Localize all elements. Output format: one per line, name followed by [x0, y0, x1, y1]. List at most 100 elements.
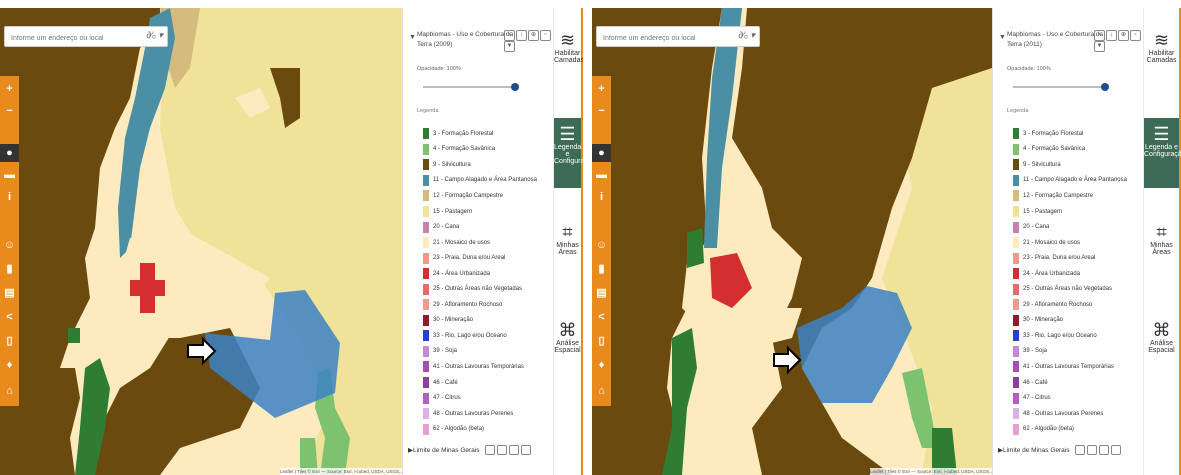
legend-swatch	[1013, 408, 1019, 420]
info-icon[interactable]: i	[592, 188, 611, 206]
legend-item-label: 12 - Formação Campestre	[1023, 192, 1094, 199]
doc-icon[interactable]: ▯	[592, 332, 611, 350]
collapse-icon[interactable]: ▼	[999, 34, 1006, 41]
sidebar-item-layers[interactable]: ≋ Habilitar Camadas	[554, 30, 583, 90]
share-icon[interactable]: <	[592, 308, 611, 326]
sidebar-item-areas[interactable]: ⌗ Minhas Áreas	[554, 222, 581, 282]
search-type-select[interactable]: ∂⁄ₒ ▾	[146, 30, 163, 41]
search-type-select[interactable]: ∂⁄ₒ ▾	[738, 30, 755, 41]
legend-item: 24 - Área Urbanizada	[423, 266, 537, 282]
filter-icon[interactable]: ▼	[504, 41, 515, 52]
opacity-slider[interactable]	[423, 83, 519, 91]
chart-icon[interactable]: ▮	[0, 260, 19, 278]
doc-icon[interactable]: ▯	[0, 332, 19, 350]
home-icon[interactable]: ⌂	[592, 382, 611, 400]
collapse-icon[interactable]: ▼	[409, 34, 416, 41]
zoom-out-button[interactable]: −	[592, 102, 611, 120]
lock-icon[interactable]	[509, 445, 520, 455]
download-icon[interactable]: ↓	[1106, 30, 1117, 41]
share-icon[interactable]: <	[0, 308, 19, 326]
lock-icon[interactable]	[1099, 445, 1110, 455]
lock-icon[interactable]: ▫	[1130, 30, 1141, 41]
close-icon[interactable]: ×	[1094, 30, 1105, 41]
legend-swatch	[1013, 252, 1019, 264]
map-canvas[interactable]: ∂⁄ₒ ▾ + − ● ▬ i ☺ ▮ ▤ < ▯ ♦ ⌂ Leaflet | …	[592, 8, 992, 475]
download-icon[interactable]: ↓	[516, 30, 527, 41]
globe-icon[interactable]: ●	[592, 144, 611, 162]
opacity-slider[interactable]	[1013, 83, 1109, 91]
pin-icon[interactable]: ♦	[0, 356, 19, 374]
legend-item: 9 - Silvicultura	[1013, 157, 1127, 173]
legend-list: 3 - Formação Florestal 4 - Formação Savân…	[1013, 126, 1127, 437]
sidebar-item-legend[interactable]: ☰ Legenda e Configuração	[1144, 118, 1181, 188]
legend-item: 46 - Café	[423, 375, 537, 391]
pin-icon[interactable]: ♦	[592, 356, 611, 374]
legend-item: 47 - Citrus	[423, 390, 537, 406]
opacity-label: Opacidade: 100%	[1007, 66, 1051, 72]
layers-icon[interactable]: ▬	[592, 166, 611, 184]
search-input[interactable]	[597, 29, 723, 48]
legend-swatch	[423, 330, 429, 342]
sidebar-item-areas[interactable]: ⌗ Minhas Áreas	[1144, 222, 1179, 282]
zoom-icon[interactable]	[497, 445, 508, 455]
legend-item-label: 3 - Formação Florestal	[433, 130, 494, 137]
filter-icon[interactable]: ▼	[1094, 41, 1105, 52]
chart-icon[interactable]: ▮	[592, 260, 611, 278]
list-icon: ☰	[559, 124, 576, 144]
legend-swatch	[423, 423, 429, 435]
legend-swatch	[1013, 361, 1019, 373]
settings-icon[interactable]: ☺	[0, 236, 19, 254]
zoom-in-button[interactable]: +	[0, 80, 19, 98]
filter-icon[interactable]	[1111, 445, 1122, 455]
legend-item: 20 - Cana	[1013, 219, 1127, 235]
print-icon[interactable]: ▤	[0, 284, 19, 302]
opacity-label: Opacidade: 100%	[417, 66, 461, 72]
info-icon[interactable]: i	[0, 188, 19, 206]
legend-item: 15 - Pastagem	[1013, 204, 1127, 220]
legend-swatch	[423, 206, 429, 217]
legend-item-label: 23 - Praia, Duna e/ou Areal	[1023, 255, 1096, 262]
legend-item: 23 - Praia, Duna e/ou Areal	[423, 250, 537, 266]
layer-tools: × ↓ ⊕ ▫ ▼	[1093, 30, 1144, 52]
map-toolbar: + − ● ▬ i ☺ ▮ ▤ < ▯ ♦ ⌂	[0, 76, 19, 406]
sidebar-label: Habilitar Camadas	[554, 50, 583, 64]
zoom-out-button[interactable]: −	[0, 102, 19, 120]
sidebar-item-analysis[interactable]: ⌘ Análise Espacial	[1144, 320, 1179, 380]
legend-swatch	[1013, 143, 1019, 155]
layers-icon[interactable]: ▬	[0, 166, 19, 184]
zoom-icon[interactable]: ⊕	[528, 30, 539, 41]
legend-item-label: 30 - Mineração	[433, 317, 474, 324]
lock-icon[interactable]: ▫	[540, 30, 551, 41]
home-icon[interactable]: ⌂	[0, 382, 19, 400]
opacity-slider-knob[interactable]	[1101, 83, 1109, 91]
area-icon: ⌗	[1156, 222, 1167, 242]
settings-icon[interactable]: ☺	[592, 236, 611, 254]
close-icon[interactable]	[485, 445, 496, 455]
sidebar-item-analysis[interactable]: ⌘ Análise Espacial	[554, 320, 581, 380]
sidebar-label: Minhas Áreas	[1150, 242, 1173, 256]
map-canvas[interactable]: ∂⁄ₒ ▾ + − ● ▬ i ☺ ▮ ▤ < ▯ ♦ ⌂ Leaflet | …	[0, 8, 402, 475]
legend-item: 48 - Outras Lavouras Perenes	[1013, 406, 1127, 422]
close-icon[interactable]: ×	[504, 30, 515, 41]
zoom-in-button[interactable]: +	[592, 80, 611, 98]
legend-swatch	[1013, 159, 1019, 171]
legend-item: 21 - Mosaico de usos	[1013, 235, 1127, 251]
legend-swatch	[423, 190, 429, 202]
layer-row-minas[interactable]: ▶ Limite de Minas Gerais	[998, 445, 1122, 455]
search-box[interactable]: ∂⁄ₒ ▾	[596, 26, 760, 48]
opacity-slider-knob[interactable]	[511, 83, 519, 91]
zoom-icon[interactable]	[1087, 445, 1098, 455]
search-input[interactable]	[5, 29, 131, 48]
globe-icon[interactable]: ●	[0, 144, 19, 162]
filter-icon[interactable]	[521, 445, 532, 455]
legend-item: 29 - Afloramento Rochoso	[1013, 297, 1127, 313]
legend-item-label: 62 - Algodão (beta)	[1023, 426, 1075, 433]
print-icon[interactable]: ▤	[592, 284, 611, 302]
layer-row-minas[interactable]: ▶ Limite de Minas Gerais	[408, 445, 532, 455]
sidebar-item-layers[interactable]: ≋ Habilitar Camadas	[1144, 30, 1179, 90]
close-icon[interactable]	[1075, 445, 1086, 455]
zoom-icon[interactable]: ⊕	[1118, 30, 1129, 41]
legend-item: 9 - Silvicultura	[423, 157, 537, 173]
sidebar-item-legend[interactable]: ☰ Legenda e Configuração	[554, 118, 583, 188]
search-box[interactable]: ∂⁄ₒ ▾	[4, 26, 168, 48]
